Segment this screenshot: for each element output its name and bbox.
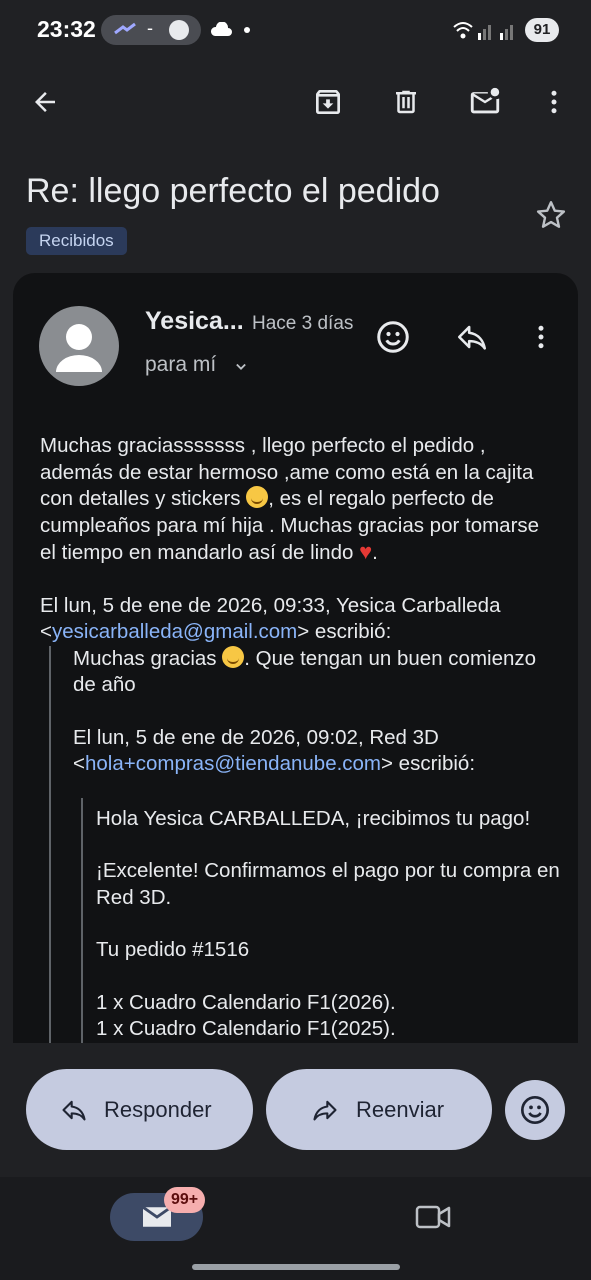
forward-arrow-icon	[313, 1100, 337, 1120]
quote-header-end: > escribió:	[297, 620, 392, 643]
message-card: Yesica... Hace 3 días para mí Muchas gra…	[13, 273, 578, 1043]
smile-icon	[521, 1096, 549, 1124]
order-item: 1 x Cuadro Calendario F1(2026).	[96, 990, 396, 1014]
label-chip[interactable]: Recibidos	[26, 227, 127, 255]
bottom-nav: 99+	[0, 1177, 591, 1280]
forward-button[interactable]: Reenviar	[266, 1069, 492, 1150]
body-text-3: .	[372, 541, 378, 564]
media-app-icon	[114, 22, 136, 35]
media-pill[interactable]: -	[101, 15, 201, 45]
smiling-emoji-icon	[222, 645, 245, 668]
message-time: Hace 3 días	[252, 313, 354, 334]
home-indicator[interactable]	[192, 1264, 400, 1270]
arrow-back-icon[interactable]	[27, 84, 63, 120]
emoji-reaction-button[interactable]	[505, 1080, 565, 1140]
quote-text-a: Muchas gracias	[73, 646, 223, 670]
quoted-block-1: Muchas gracias . Que tengan un buen comi…	[49, 645, 560, 1043]
unread-count-badge: 99+	[164, 1187, 206, 1213]
message-more-icon[interactable]	[523, 319, 559, 355]
chevron-down-icon[interactable]	[231, 357, 251, 377]
quoted-header-1: El lun, 5 de ene de 2026, 09:33, Yesica …	[40, 593, 560, 646]
status-bar: 23:32 - 91	[0, 0, 591, 60]
team-logo-icon	[169, 20, 189, 40]
quoted-text: Muchas gracias . Que tengan un buen comi…	[73, 645, 560, 699]
recipient-line[interactable]: para mí	[145, 353, 216, 377]
mark-unread-icon[interactable]	[467, 84, 503, 120]
forward-label: Reenviar	[356, 1096, 445, 1122]
message-body: Muchas graciasssssss , llego perfecto el…	[40, 433, 560, 1043]
sender-email-link[interactable]: yesicarballeda@gmail.com	[52, 620, 297, 643]
order-item: 1 x Cuadro Calendario F1(2025).	[96, 1017, 396, 1040]
reply-arrow-icon	[62, 1100, 86, 1120]
top-toolbar	[0, 70, 591, 134]
notification-dot-icon	[244, 27, 250, 33]
star-icon[interactable]	[533, 197, 569, 233]
order-line: Hola Yesica CARBALLEDA, ¡recibimos tu pa…	[96, 806, 531, 830]
message-paragraph: Muchas graciasssssss , llego perfecto el…	[40, 433, 560, 567]
video-camera-icon[interactable]	[413, 1201, 453, 1233]
signal-icons	[453, 22, 513, 40]
battery-indicator: 91	[525, 18, 559, 42]
add-reaction-icon[interactable]	[375, 319, 411, 355]
quoted-block-2: Hola Yesica CARBALLEDA, ¡recibimos tu pa…	[81, 797, 560, 1043]
smiling-emoji-icon	[246, 486, 269, 508]
reply-label: Responder	[104, 1096, 212, 1122]
email-subject: Re: llego perfecto el pedido	[26, 172, 440, 210]
more-vert-icon[interactable]	[536, 84, 572, 120]
trash-icon[interactable]	[388, 84, 424, 120]
heart-emoji-icon: ♥	[359, 539, 373, 564]
quoted-header-2: El lun, 5 de ene de 2026, 09:02, Red 3D …	[73, 725, 560, 778]
sender-name[interactable]: Yesica...	[145, 307, 244, 336]
reply-button[interactable]: Responder	[26, 1069, 253, 1150]
archive-icon[interactable]	[310, 84, 346, 120]
order-line: ¡Excelente! Confirmamos el pago por tu c…	[96, 859, 560, 909]
person-icon	[56, 324, 102, 372]
quote2-header-end: > escribió:	[381, 752, 476, 775]
avatar[interactable]	[39, 306, 119, 386]
pill-dash: -	[147, 18, 153, 38]
reply-icon[interactable]	[454, 319, 490, 355]
order-number: Tu pedido #1516	[96, 938, 250, 961]
cloud-icon	[210, 22, 232, 36]
clock: 23:32	[37, 16, 96, 42]
store-email-link[interactable]: hola+compras@tiendanube.com	[85, 752, 381, 775]
